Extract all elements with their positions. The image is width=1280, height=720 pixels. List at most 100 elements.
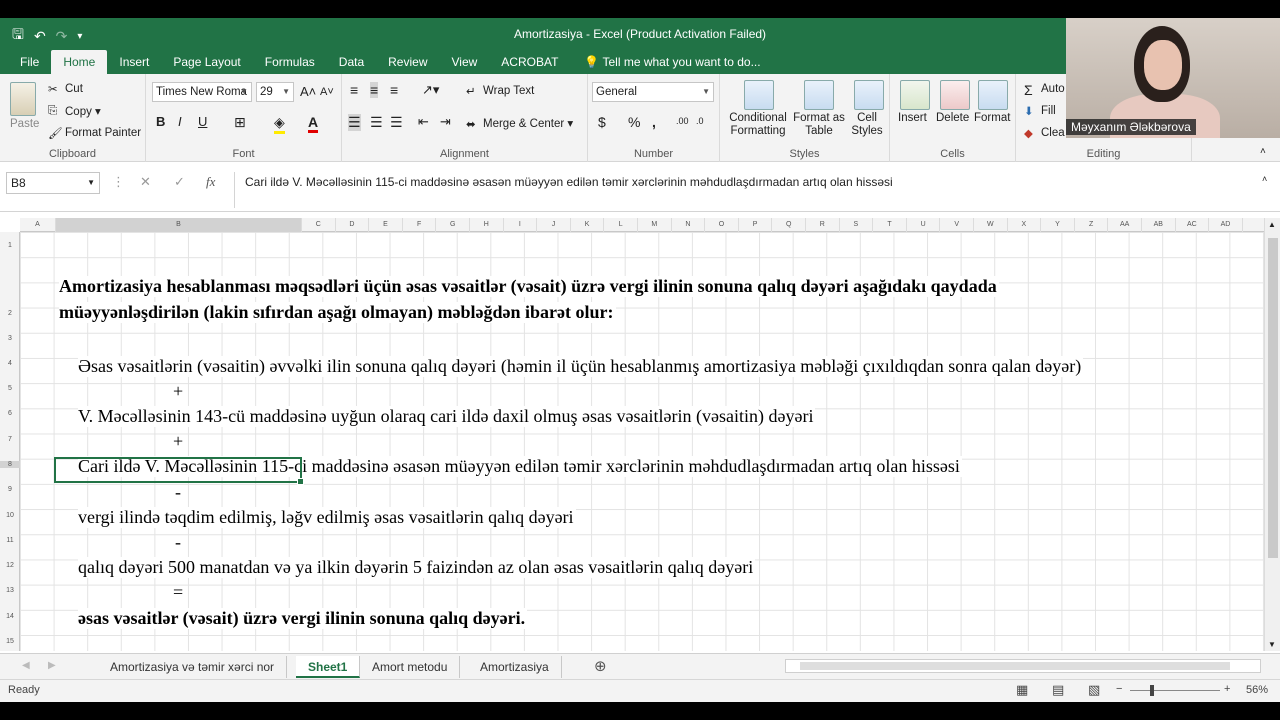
format-as-table-icon[interactable] [804,80,834,110]
merge-center-button[interactable]: ⬌ Merge & Center ▾ [466,116,573,131]
tab-acrobat[interactable]: ACROBAT [489,50,570,74]
prev-sheet-icon[interactable]: ◀ [22,660,30,671]
column-header[interactable]: P [739,218,773,232]
row-header[interactable]: 11 [0,537,20,544]
sheet-tab-sheet1[interactable]: Sheet1 [296,656,361,678]
cut-button[interactable]: ✂ Cut [48,82,83,96]
column-header[interactable]: B [56,218,302,232]
zoom-in-icon[interactable]: + [1224,683,1230,695]
column-header[interactable]: W [974,218,1008,232]
conditional-formatting-button[interactable]: Conditional Formatting [726,112,790,138]
column-header[interactable]: K [571,218,605,232]
row-header[interactable]: 9 [0,486,20,493]
page-layout-view-icon[interactable]: ▤ [1052,682,1064,698]
align-left-icon[interactable]: ☰ [348,114,361,131]
increase-indent-icon[interactable]: ⇥ [440,114,451,130]
cell-styles-icon[interactable] [854,80,884,110]
row-header[interactable]: 3 [0,335,20,342]
name-box[interactable]: B8 ▼ [6,172,100,194]
wrap-text-button[interactable]: ↵ Wrap Text [466,84,534,98]
horizontal-scroll-thumb[interactable] [800,662,1230,670]
row-header[interactable]: 6 [0,410,20,417]
column-header[interactable]: U [907,218,941,232]
zoom-level[interactable]: 56% [1246,684,1268,696]
expand-formula-bar-icon[interactable]: ˄ [1262,174,1267,184]
add-sheet-icon[interactable]: ⊕ [594,657,607,675]
column-header[interactable]: T [873,218,907,232]
cell-styles-button[interactable]: Cell Styles [846,112,888,138]
column-header[interactable]: Q [772,218,806,232]
row-header[interactable]: 14 [0,613,20,620]
column-header[interactable]: AA [1108,218,1142,232]
underline-button[interactable]: U [198,114,207,129]
decrease-font-icon[interactable]: A˅ [320,86,334,98]
column-header[interactable]: S [840,218,874,232]
column-header[interactable]: L [604,218,638,232]
column-header[interactable]: D [336,218,370,232]
paste-button[interactable]: Paste [10,118,39,130]
column-header[interactable]: AB [1142,218,1176,232]
font-size-combo[interactable]: 29 ▼ [256,82,294,102]
paste-icon[interactable] [10,82,36,116]
tab-home[interactable]: Home [51,50,108,74]
row-header[interactable]: 2 [0,310,20,317]
horizontal-scrollbar[interactable] [785,659,1261,673]
percent-button[interactable]: % [628,114,640,130]
row-header[interactable]: 13 [0,587,20,594]
insert-function-icon[interactable]: fx [206,174,215,190]
row-header[interactable]: 4 [0,360,20,367]
align-center-icon[interactable]: ☰ [370,114,383,131]
normal-view-icon[interactable]: ▦ [1016,682,1028,698]
collapse-ribbon-icon[interactable]: ˄ [1260,146,1266,157]
cancel-icon[interactable]: ✕ [140,174,151,190]
format-cells-icon[interactable] [978,80,1008,110]
autosum-button[interactable]: Σ Auto [1024,82,1065,98]
column-header[interactable]: V [940,218,974,232]
delete-cells-icon[interactable] [940,80,970,110]
decrease-decimal-icon[interactable]: .0 [696,116,704,126]
comma-button[interactable]: , [652,114,656,130]
tab-data[interactable]: Data [327,50,376,74]
sheet-tab-amortizasiya-temir[interactable]: Amortizasiya və təmir xərci nor [98,656,288,678]
tab-insert[interactable]: Insert [107,50,161,74]
top-align-icon[interactable]: ≡ [350,82,358,98]
column-header[interactable]: Y [1041,218,1075,232]
borders-icon[interactable]: ⊞ [234,114,246,131]
vertical-scroll-thumb[interactable] [1268,238,1278,558]
column-header[interactable]: R [806,218,840,232]
format-as-table-button[interactable]: Format as Table [790,112,848,138]
row-header[interactable]: 1 [0,242,20,249]
row-header[interactable]: 7 [0,436,20,443]
page-break-view-icon[interactable]: ▧ [1088,682,1100,698]
row-header[interactable]: 15 [0,638,20,645]
next-sheet-icon[interactable]: ▶ [48,660,56,671]
column-header[interactable]: G [436,218,470,232]
clear-button[interactable]: ◆ Clea [1024,126,1065,140]
selected-cell-b8[interactable] [54,457,304,485]
column-header[interactable]: H [470,218,504,232]
italic-button[interactable]: I [178,114,182,129]
column-header[interactable]: O [705,218,739,232]
fill-button[interactable]: ⬇ Fill [1024,104,1056,118]
orientation-icon[interactable]: ↗▾ [422,82,439,98]
bottom-align-icon[interactable]: ≡ [390,82,398,98]
scroll-up-icon[interactable]: ▲ [1268,220,1276,229]
bold-button[interactable]: B [156,114,165,129]
tab-review[interactable]: Review [376,50,439,74]
copy-button[interactable]: ⎘ Copy ▾ [48,104,101,119]
sheet-tab-amort-metodu[interactable]: Amort metodu [360,656,461,678]
column-header[interactable]: E [369,218,403,232]
vertical-scrollbar[interactable]: ▲ ▼ [1264,218,1280,651]
insert-cells-button[interactable]: Insert [898,112,927,124]
delete-cells-button[interactable]: Delete [936,112,969,124]
scroll-down-icon[interactable]: ▼ [1268,640,1276,649]
tab-formulas[interactable]: Formulas [253,50,327,74]
worksheet-grid[interactable]: A B C D E F G H I J K L M N O P Q R S T U V W X Y Z AA AB AC AD 12345… [0,218,1264,651]
row-header[interactable]: 5 [0,385,20,392]
align-right-icon[interactable]: ☰ [390,114,403,131]
tell-me-search[interactable]: 💡 Tell me what you want to do... [570,50,760,74]
zoom-slider-track[interactable] [1130,690,1220,691]
decrease-indent-icon[interactable]: ⇤ [418,114,429,130]
middle-align-icon[interactable]: ≡ [370,82,379,98]
tab-view[interactable]: View [440,50,490,74]
